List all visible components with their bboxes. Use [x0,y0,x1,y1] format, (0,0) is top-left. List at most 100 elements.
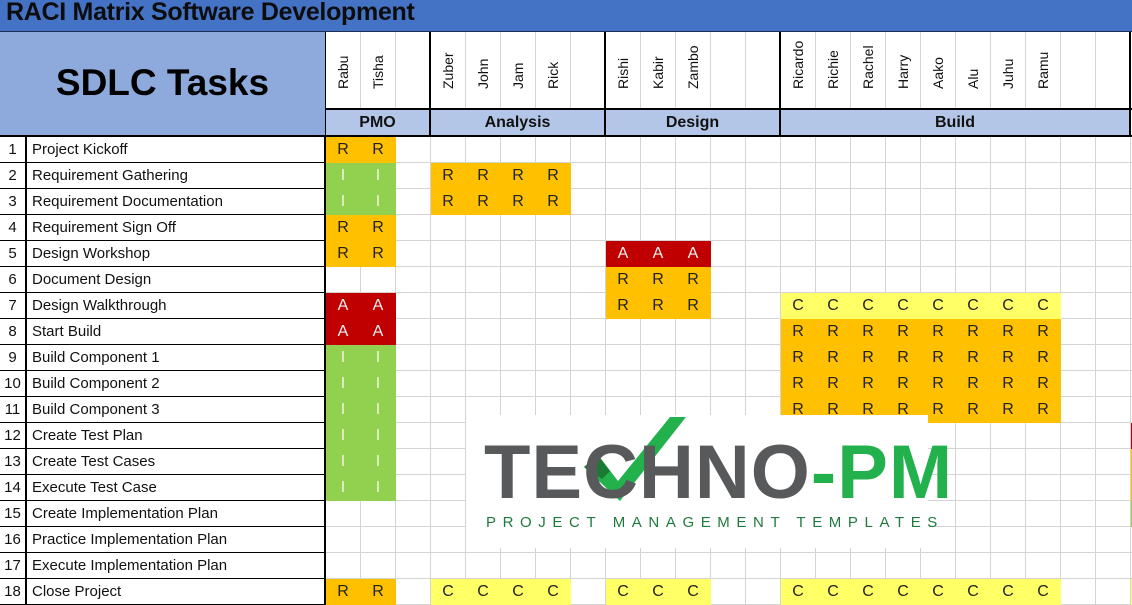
raci-cell[interactable] [606,553,641,579]
raci-cell[interactable] [781,163,816,189]
raci-cell[interactable]: C [816,293,851,319]
raci-cell[interactable]: C [431,579,466,605]
member-header-cell[interactable] [1061,32,1096,109]
raci-cell[interactable] [711,579,746,605]
task-name-cell[interactable]: Design Walkthrough [27,293,326,319]
raci-cell[interactable]: R [956,345,991,371]
raci-cell[interactable] [956,501,991,527]
raci-cell[interactable]: C [991,293,1026,319]
raci-cell[interactable] [536,137,571,163]
member-header-cell[interactable] [1096,32,1131,109]
raci-cell[interactable] [396,267,431,293]
raci-cell[interactable]: R [361,579,396,605]
raci-cell[interactable] [746,345,781,371]
raci-cell[interactable] [396,189,431,215]
raci-cell[interactable]: A [641,241,676,267]
raci-cell[interactable] [396,241,431,267]
raci-cell[interactable] [1096,397,1131,423]
task-name-cell[interactable]: Build Component 2 [27,371,326,397]
raci-cell[interactable]: R [641,293,676,319]
raci-cell[interactable] [431,215,466,241]
raci-cell[interactable]: C [816,579,851,605]
raci-cell[interactable] [326,267,361,293]
task-name-cell[interactable]: Practice Implementation Plan [27,527,326,553]
raci-cell[interactable] [501,267,536,293]
raci-cell[interactable] [781,137,816,163]
raci-cell[interactable] [396,501,431,527]
raci-cell[interactable] [1061,345,1096,371]
raci-cell[interactable] [781,215,816,241]
raci-cell[interactable] [1096,319,1131,345]
raci-cell[interactable] [1026,137,1061,163]
raci-cell[interactable]: R [606,267,641,293]
member-header-cell[interactable]: Kabir [641,32,676,109]
raci-cell[interactable] [746,553,781,579]
raci-cell[interactable] [641,163,676,189]
raci-cell[interactable]: R [991,345,1026,371]
group-header-pmo[interactable]: PMO [326,110,431,135]
raci-cell[interactable] [816,215,851,241]
raci-cell[interactable] [431,501,466,527]
raci-cell[interactable]: A [326,319,361,345]
raci-cell[interactable]: R [361,241,396,267]
task-name-cell[interactable]: Execute Test Case [27,475,326,501]
raci-cell[interactable] [396,163,431,189]
raci-cell[interactable] [1026,475,1061,501]
raci-cell[interactable] [571,163,606,189]
raci-cell[interactable]: R [886,371,921,397]
raci-cell[interactable] [431,423,466,449]
raci-cell[interactable]: R [921,345,956,371]
member-header-cell[interactable]: Richie [816,32,851,109]
raci-cell[interactable] [1061,371,1096,397]
raci-cell[interactable] [851,163,886,189]
raci-cell[interactable]: C [851,293,886,319]
raci-cell[interactable] [466,371,501,397]
raci-cell[interactable] [1026,189,1061,215]
raci-cell[interactable] [501,215,536,241]
raci-cell[interactable] [501,293,536,319]
raci-cell[interactable] [1096,137,1131,163]
raci-cell[interactable]: R [536,189,571,215]
raci-cell[interactable]: A [361,293,396,319]
raci-cell[interactable] [886,189,921,215]
raci-cell[interactable] [886,215,921,241]
raci-cell[interactable] [1026,163,1061,189]
member-header-cell[interactable] [571,32,606,109]
raci-cell[interactable] [641,345,676,371]
raci-cell[interactable] [746,579,781,605]
member-header-cell[interactable] [711,32,746,109]
raci-cell[interactable] [991,553,1026,579]
raci-cell[interactable] [396,449,431,475]
member-header-cell[interactable]: Tisha [361,32,396,109]
raci-cell[interactable] [571,241,606,267]
raci-cell[interactable]: R [326,215,361,241]
task-name-cell[interactable]: Create Test Plan [27,423,326,449]
raci-cell[interactable] [781,189,816,215]
raci-cell[interactable] [571,215,606,241]
raci-cell[interactable] [781,553,816,579]
raci-cell[interactable]: C [886,293,921,319]
raci-cell[interactable] [991,527,1026,553]
raci-cell[interactable] [991,475,1026,501]
raci-cell[interactable] [1061,397,1096,423]
raci-cell[interactable]: R [676,267,711,293]
task-name-cell[interactable]: Start Build [27,319,326,345]
task-name-cell[interactable]: Create Implementation Plan [27,501,326,527]
raci-cell[interactable] [1026,215,1061,241]
raci-cell[interactable] [921,241,956,267]
raci-cell[interactable] [361,501,396,527]
raci-cell[interactable]: R [886,345,921,371]
raci-cell[interactable] [536,345,571,371]
raci-cell[interactable] [466,137,501,163]
member-header-cell[interactable]: Rachel [851,32,886,109]
raci-cell[interactable]: C [781,579,816,605]
raci-cell[interactable] [501,241,536,267]
raci-cell[interactable] [921,163,956,189]
raci-cell[interactable]: I [326,163,361,189]
raci-cell[interactable] [851,215,886,241]
group-header-build[interactable]: Build [781,110,1131,135]
raci-cell[interactable] [536,241,571,267]
raci-cell[interactable] [956,215,991,241]
raci-cell[interactable] [956,267,991,293]
raci-cell[interactable]: C [1026,293,1061,319]
